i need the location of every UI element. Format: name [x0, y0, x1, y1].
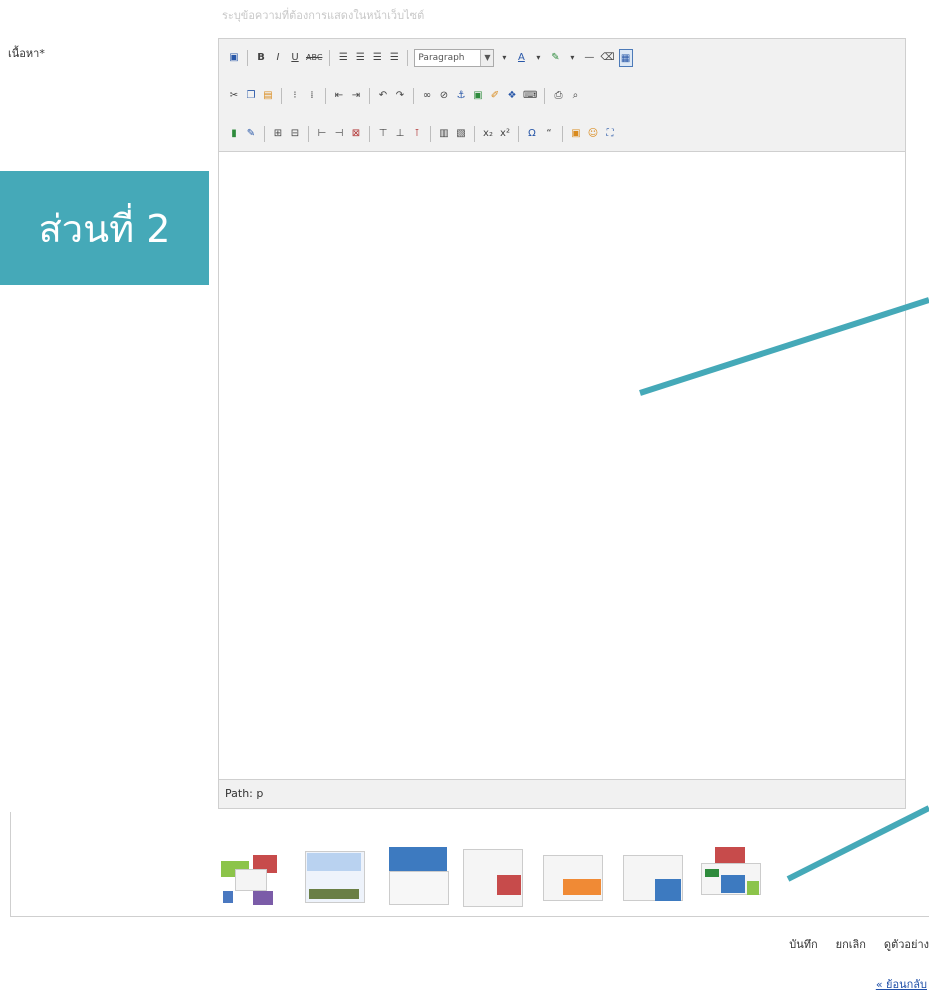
template-thumbnail[interactable]	[221, 847, 281, 905]
template-thumbnail[interactable]	[701, 847, 761, 905]
template-thumbnail[interactable]	[463, 847, 523, 907]
back-link[interactable]: « ย้อนกลับ	[876, 975, 927, 993]
preview-button[interactable]: ดูตัวอย่าง	[884, 935, 929, 953]
template-thumbnail[interactable]	[543, 847, 603, 905]
template-thumbnail[interactable]	[623, 847, 683, 905]
template-thumbnail[interactable]	[389, 847, 449, 905]
template-gallery	[10, 812, 929, 917]
cancel-button[interactable]: ยกเลิก	[836, 935, 866, 953]
pointer-line	[639, 297, 929, 396]
template-thumbnail[interactable]	[305, 847, 365, 905]
save-button[interactable]: บันทึก	[789, 935, 817, 953]
form-actions: บันทึก ยกเลิก ดูตัวอย่าง	[789, 935, 929, 953]
